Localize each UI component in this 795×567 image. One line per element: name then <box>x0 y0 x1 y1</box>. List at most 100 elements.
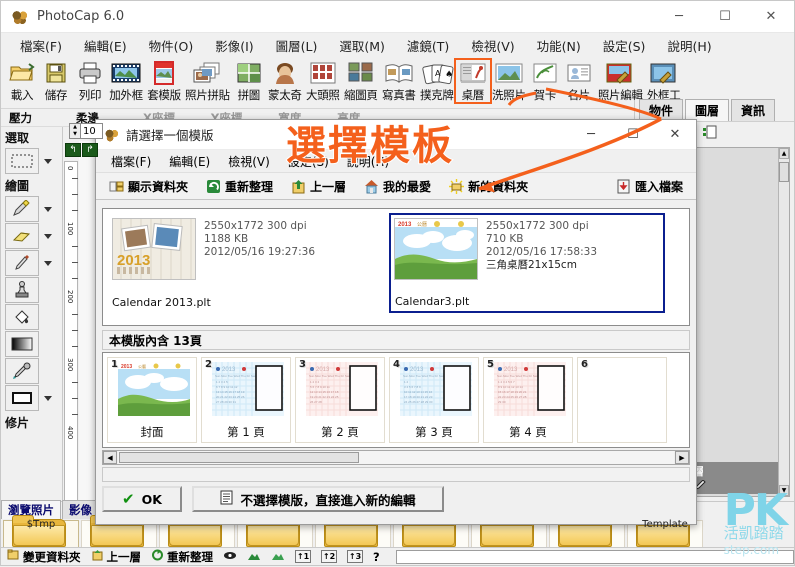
chevron-down-icon[interactable] <box>44 158 52 164</box>
minimize-button[interactable]: ─ <box>656 1 702 32</box>
dialog-button-refresh[interactable]: 重新整理 <box>199 176 280 197</box>
ok-button[interactable]: ✔ OK <box>102 486 182 512</box>
tool-row-eyedropper[interactable] <box>5 358 62 384</box>
scroll-up-arrow[interactable]: ▲ <box>779 148 789 159</box>
menu-item-function[interactable]: 功能(N) <box>526 33 592 58</box>
menu-item-help[interactable]: 說明(H) <box>656 33 722 58</box>
dialog-maximize-button[interactable]: ☐ <box>612 120 654 149</box>
chevron-down-icon[interactable] <box>44 395 52 401</box>
toolbar-button-photo-edit[interactable]: 照片編輯 <box>596 59 645 103</box>
sort-box-3[interactable]: ↑3 <box>347 550 363 563</box>
toolbar-button-id-photo[interactable]: 大頭照 <box>304 59 342 103</box>
tool-row-paint-bucket[interactable] <box>5 304 62 330</box>
folder-item[interactable]: $Tmp <box>3 515 79 548</box>
page-item[interactable]: 3 2013 Sun Mon Tue Wed Thu Fri Sat 1 2 3… <box>295 357 385 443</box>
page-item[interactable]: 1 2013 公曆 封面 <box>107 357 197 443</box>
toolbar-button-desk-calendar[interactable]: 桌曆 <box>453 58 492 104</box>
chevron-down-icon[interactable] <box>44 206 52 212</box>
toolbar-button-photo-collage[interactable]: 照片拼貼 <box>183 59 232 103</box>
tool-row-marquee[interactable] <box>5 148 62 174</box>
toolbar-button-save[interactable]: 儲存 <box>39 59 73 103</box>
toolbar-button-mosaic[interactable]: 蒙太奇 <box>266 59 304 103</box>
page-item[interactable]: 6 <box>577 357 667 443</box>
undo-redo-group[interactable]: ↰ ↱ <box>65 143 98 157</box>
dialog-button-show-folder[interactable]: 顯示資料夾 <box>102 176 195 197</box>
menu-item-image[interactable]: 影像(I) <box>204 33 264 58</box>
eye-icon[interactable] <box>223 550 237 564</box>
tab-layers[interactable]: 圖層 <box>685 99 730 121</box>
menu-item-filter[interactable]: 濾鏡(T) <box>396 33 460 58</box>
tool-row-eraser[interactable] <box>5 223 62 249</box>
dialog-menu-view[interactable]: 檢視(V) <box>219 151 279 172</box>
page-item[interactable]: 2 2013 Sun Mon Tue Wed Thu Fri Sat 1 2 3… <box>201 357 291 443</box>
menu-item-view[interactable]: 檢視(V) <box>460 33 525 58</box>
skip-template-button[interactable]: 不選擇模版，直接進入新的編輯 <box>192 486 444 512</box>
scrollbar-thumb[interactable] <box>779 162 789 182</box>
toolbar-button-template[interactable]: 套模版 <box>145 59 183 103</box>
menu-item-layer[interactable]: 圖層(L) <box>265 33 329 58</box>
toolbar-button-add-frame[interactable]: 加外框 <box>107 59 145 103</box>
status-change-folder[interactable]: 變更資料夾 <box>7 549 81 565</box>
dialog-minimize-button[interactable]: ─ <box>570 120 612 149</box>
eraser-tool[interactable] <box>5 223 39 249</box>
scroll-down-arrow[interactable]: ▼ <box>779 485 789 496</box>
toolbar-button-business-card[interactable]: 名片 <box>562 59 596 103</box>
file-item[interactable]: 2013 公曆 2550x1772 300 dpi 710 KB 2012/05… <box>389 213 665 313</box>
dialog-menu-settings[interactable]: 設定(S) <box>279 151 338 172</box>
shape-rectangle-tool[interactable] <box>5 385 39 411</box>
scrollbar-thumb[interactable] <box>119 452 359 463</box>
paint-bucket-tool[interactable] <box>5 304 39 330</box>
toolbar-button-load[interactable]: 載入 <box>5 59 39 103</box>
tool-row-shape[interactable] <box>5 385 62 411</box>
template-file-list[interactable]: 2013 2550x1772 300 dpi 1188 KB 2012/05/1… <box>102 208 690 326</box>
tool-row-pencil[interactable] <box>5 250 62 276</box>
menu-item-select[interactable]: 選取(M) <box>328 33 396 58</box>
menu-item-settings[interactable]: 設定(S) <box>592 33 657 58</box>
menu-item-file[interactable]: 檔案(F) <box>9 33 73 58</box>
toolbar-button-poker[interactable]: A ♠ 撲克牌 <box>418 59 456 103</box>
clone-stamp-tool[interactable] <box>5 277 39 303</box>
gradient-tool[interactable] <box>5 331 39 357</box>
dialog-close-button[interactable]: ✕ <box>654 120 696 149</box>
page-item[interactable]: 4 2013 Sun Mon Tue Wed Thu Fri Sat 1 2 3… <box>389 357 479 443</box>
dialog-menu-file[interactable]: 檔案(F) <box>102 151 160 172</box>
undo-icon[interactable]: ↰ <box>65 143 81 157</box>
page-thumbnail-strip[interactable]: 1 2013 公曆 封面 2 2013 Sun Mon Tue Wed Thu … <box>102 352 690 448</box>
toolbar-button-print[interactable]: 列印 <box>73 59 107 103</box>
toolbar-button-frame-tool[interactable]: 外框工 <box>645 59 683 103</box>
paintbrush-tool[interactable] <box>5 196 39 222</box>
dialog-button-new-folder[interactable]: 新的資料夾 <box>442 176 535 197</box>
tab-objects[interactable]: 物件 <box>639 99 684 121</box>
image-up-icon[interactable] <box>247 550 261 564</box>
status-up-level[interactable]: 上一層 <box>91 549 141 565</box>
menu-item-object[interactable]: 物件(O) <box>138 33 205 58</box>
scroll-right-arrow[interactable]: ▶ <box>675 451 689 464</box>
sort-box-1[interactable]: ↑1 <box>295 550 311 563</box>
sort-box-2[interactable]: ↑2 <box>321 550 337 563</box>
marquee-select-tool[interactable] <box>5 148 39 174</box>
pressure-spinner[interactable]: ▲ ▼ 10 <box>69 123 103 139</box>
eyedropper-tool[interactable] <box>5 358 39 384</box>
help-icon[interactable]: ? <box>373 550 380 564</box>
pencil-tool[interactable] <box>5 250 39 276</box>
scroll-left-arrow[interactable]: ◀ <box>103 451 117 464</box>
chevron-down-icon[interactable] <box>44 260 52 266</box>
dialog-menu-edit[interactable]: 編輯(E) <box>160 151 219 172</box>
menu-item-edit[interactable]: 編輯(E) <box>73 33 138 58</box>
redo-icon[interactable]: ↱ <box>82 143 98 157</box>
folder-item[interactable]: Template <box>627 515 703 548</box>
dialog-button-favorites[interactable]: 我的最愛 <box>357 176 438 197</box>
maximize-button[interactable]: ☐ <box>702 1 748 32</box>
dialog-button-up-level[interactable]: 上一層 <box>284 176 353 197</box>
toolbar-button-puzzle[interactable]: 拼圖 <box>232 59 266 103</box>
layer-scrollbar[interactable]: ▲ ▼ <box>778 148 789 496</box>
page-item[interactable]: 5 2013 Sun Mon Tue Wed Thu Fri Sat 1 2 3… <box>483 357 573 443</box>
tool-row-gradient[interactable] <box>5 331 62 357</box>
page-strip-scrollbar[interactable]: ◀ ▶ <box>102 450 690 465</box>
tab-info[interactable]: 資訊 <box>731 99 776 121</box>
close-button[interactable]: ✕ <box>748 1 794 32</box>
tool-row-brush[interactable] <box>5 196 62 222</box>
toolbar-button-thumbnail-page[interactable]: 縮圖頁 <box>342 59 380 103</box>
toolbar-button-photo-book[interactable]: 寫真書 <box>380 59 418 103</box>
tool-row-clone-stamp[interactable] <box>5 277 62 303</box>
